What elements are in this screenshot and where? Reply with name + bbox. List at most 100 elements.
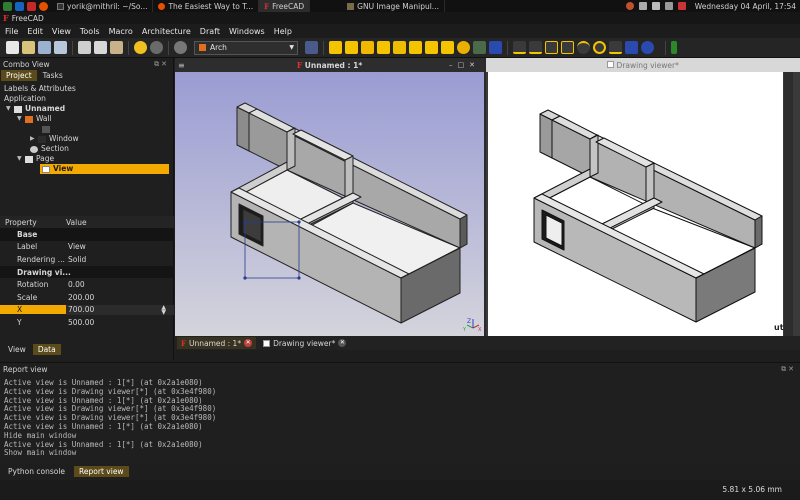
draft-rectangle-icon[interactable] [545, 41, 558, 54]
new-document-icon[interactable] [6, 41, 19, 54]
volume-icon[interactable] [651, 2, 660, 10]
tab-drawing-viewer[interactable]: Drawing viewer* ✕ [259, 337, 350, 349]
drawing-canvas[interactable]: ut [486, 72, 800, 336]
property-row-x[interactable]: X 700.00 ▲ ▼ [0, 304, 174, 317]
save-as-icon[interactable] [54, 41, 67, 54]
taskbar-task-terminal[interactable]: yorik@mithril: ~/So... [52, 0, 154, 12]
property-value-field[interactable]: 700.00 ▲ ▼ [66, 304, 174, 315]
chevron-down-icon[interactable]: ▼ [6, 104, 14, 114]
tree-item-section[interactable]: Section [0, 144, 173, 154]
app-launcher-icon[interactable] [3, 1, 12, 11]
menu-view[interactable]: View [52, 27, 71, 36]
arch-remove-icon[interactable] [489, 41, 502, 54]
update-icon[interactable] [625, 2, 634, 10]
arch-floor-icon[interactable] [377, 41, 390, 54]
property-value[interactable]: Solid [66, 255, 174, 264]
taskbar-task-gimp[interactable]: GNU Image Manipul... [342, 0, 445, 12]
arch-cell-icon[interactable] [361, 41, 374, 54]
property-row-y[interactable]: Y 500.00 [0, 316, 174, 329]
report-log[interactable]: Active view is Unnamed : 1[*] (at 0x2a1e… [4, 378, 216, 458]
tree-item-view-selected[interactable]: View [40, 164, 169, 174]
undo-icon[interactable] [134, 41, 147, 54]
open-icon[interactable] [22, 41, 35, 54]
cut-icon[interactable] [78, 41, 91, 54]
menu-windows[interactable]: Windows [229, 27, 265, 36]
menu-draft[interactable]: Draft [200, 27, 220, 36]
dock-buttons[interactable]: ⧉✕ [781, 365, 796, 374]
chevron-down-icon[interactable]: ▼ [17, 154, 25, 164]
chevron-down-icon[interactable]: ▼ [17, 114, 25, 124]
refresh-icon[interactable] [174, 41, 187, 54]
property-value[interactable]: 0.00 [66, 280, 174, 289]
arch-axis-icon[interactable] [441, 41, 454, 54]
menu-macro[interactable]: Macro [109, 27, 133, 36]
draft-arc-icon[interactable] [577, 41, 590, 54]
whats-this-icon[interactable] [305, 41, 318, 54]
3d-viewport[interactable]: Z X Y [175, 72, 484, 336]
tab-report-view[interactable]: Report view [74, 466, 129, 477]
tab-view[interactable]: View [3, 344, 31, 355]
snap-icon[interactable] [671, 41, 677, 54]
network-icon[interactable] [638, 2, 647, 10]
power-icon[interactable] [677, 2, 686, 10]
property-group-base[interactable]: Base [0, 228, 174, 241]
tree-item-document[interactable]: ▼ Unnamed [0, 104, 173, 114]
draft-polygon-icon[interactable] [561, 41, 574, 54]
draft-rotate-icon[interactable] [641, 41, 654, 54]
draft-wire-icon[interactable] [529, 41, 542, 54]
redo-icon[interactable] [150, 41, 163, 54]
tab-unnamed[interactable]: F Unnamed : 1* ✕ [177, 337, 257, 349]
property-value[interactable]: View [66, 242, 174, 251]
menu-file[interactable]: File [5, 27, 18, 36]
tab-data[interactable]: Data [32, 344, 61, 355]
draft-line-icon[interactable] [513, 41, 526, 54]
tree-item-view[interactable]: View [0, 164, 173, 174]
arch-wall-icon[interactable] [329, 41, 342, 54]
clock[interactable]: Wednesday 04 April, 17:54 [695, 2, 796, 11]
mail-icon[interactable] [27, 1, 36, 11]
menu-help[interactable]: Help [274, 27, 292, 36]
menu-architecture[interactable]: Architecture [142, 27, 191, 36]
arch-window-icon[interactable] [425, 41, 438, 54]
property-value[interactable]: 700.00 [68, 305, 94, 315]
arch-section-icon[interactable] [457, 41, 470, 54]
chevron-right-icon[interactable]: ▶ [30, 134, 38, 144]
property-row-rendering[interactable]: Rendering ... Solid [0, 253, 174, 266]
window-buttons[interactable]: –□✕ [449, 61, 480, 69]
tab-python-console[interactable]: Python console [3, 466, 70, 477]
draft-bspline-icon[interactable] [609, 41, 622, 54]
tree-item-window[interactable]: ▶ Window [0, 134, 173, 144]
window-menu-icon[interactable]: ≡ [178, 61, 185, 70]
taskbar-task-browser[interactable]: The Easiest Way to T... [153, 0, 260, 12]
workbench-selector[interactable]: Arch ▼ [194, 40, 298, 55]
menu-tools[interactable]: Tools [80, 27, 100, 36]
browser-icon[interactable] [15, 1, 24, 11]
property-row-scale[interactable]: Scale 200.00 [0, 291, 174, 304]
dock-buttons[interactable]: ⧉✕ [154, 60, 169, 69]
menu-edit[interactable]: Edit [27, 27, 43, 36]
arch-add-icon[interactable] [473, 41, 486, 54]
close-icon[interactable]: ✕ [338, 339, 347, 347]
firefox-icon[interactable] [39, 1, 48, 11]
draft-move-icon[interactable] [625, 41, 638, 54]
draft-circle-icon[interactable] [593, 41, 606, 54]
tree-item-hidden[interactable] [0, 124, 173, 134]
property-row-rotation[interactable]: Rotation 0.00 [0, 278, 174, 291]
property-group-drawing-view[interactable]: Drawing vi... [0, 265, 174, 279]
copy-icon[interactable] [94, 41, 107, 54]
close-icon[interactable]: ✕ [244, 339, 253, 347]
paste-icon[interactable] [110, 41, 123, 54]
property-value[interactable]: 200.00 [66, 293, 174, 302]
property-row-label[interactable]: Label View [0, 241, 174, 254]
arch-building-icon[interactable] [393, 41, 406, 54]
tab-tasks[interactable]: Tasks [38, 70, 68, 81]
battery-icon[interactable] [664, 2, 673, 10]
tree-item-wall[interactable]: ▼ Wall [0, 114, 173, 124]
tree-item-page[interactable]: ▼ Page [0, 154, 173, 164]
arch-site-icon[interactable] [409, 41, 422, 54]
tab-project[interactable]: Project [1, 70, 37, 81]
spin-arrows-icon[interactable]: ▲ ▼ [161, 304, 166, 315]
arch-structure-icon[interactable] [345, 41, 358, 54]
property-value[interactable]: 500.00 [66, 318, 174, 327]
save-icon[interactable] [38, 41, 51, 54]
